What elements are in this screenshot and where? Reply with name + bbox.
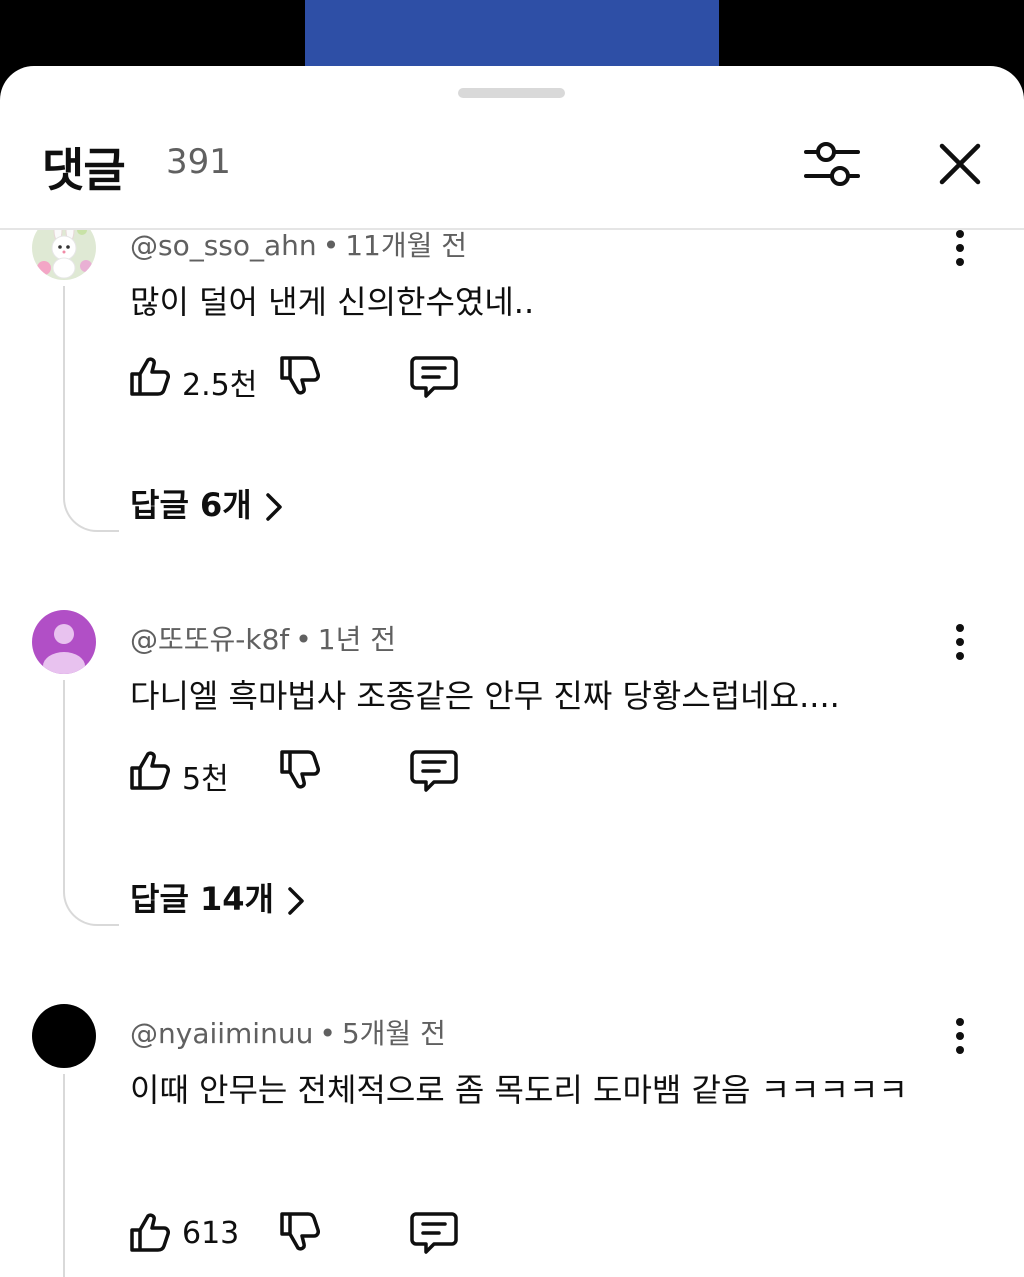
- default-person-avatar-icon: [43, 624, 85, 674]
- comment-more-button[interactable]: [940, 622, 980, 662]
- comment-reply-icon: [410, 1212, 458, 1254]
- avatar[interactable]: [32, 230, 96, 280]
- comment-text: 많이 덜어 낸게 신의한수였네..: [130, 283, 535, 321]
- chevron-right-icon: [288, 887, 304, 915]
- bunny-avatar-image: [32, 230, 96, 280]
- comment-reply-icon: [410, 750, 458, 792]
- reply-button[interactable]: [408, 1208, 460, 1258]
- reply-button[interactable]: [408, 746, 460, 796]
- sliders-icon: [804, 142, 860, 186]
- like-count: 2.5천: [182, 368, 258, 403]
- replies-label: 답글 6개: [130, 486, 252, 524]
- thumbs-down-icon: [280, 750, 320, 789]
- meta-separator: •: [295, 623, 312, 656]
- comment-reply-icon: [410, 356, 458, 398]
- comments-title: 댓글: [42, 143, 126, 197]
- comments-header: 댓글 391: [0, 66, 1024, 228]
- chevron-right-icon: [265, 493, 282, 521]
- thread-line: [63, 1074, 119, 1277]
- close-button[interactable]: [930, 134, 990, 194]
- comment-meta: @또또유-k8f • 1년 전: [130, 618, 396, 658]
- dislike-button[interactable]: [276, 352, 324, 402]
- comments-count: 391: [166, 142, 231, 182]
- thread-line: [63, 680, 119, 926]
- comment-author[interactable]: @so_sso_ahn: [130, 230, 317, 262]
- thumbs-down-icon: [280, 356, 320, 395]
- comment-list[interactable]: @so_sso_ahn • 11개월 전 많이 덜어 낸게 신의한수였네.. 2.5…: [0, 230, 1024, 1277]
- comment-author[interactable]: @또또유-k8f: [130, 623, 289, 656]
- view-replies-button[interactable]: 답글 6개: [130, 480, 286, 530]
- like-count: 613: [182, 1216, 240, 1251]
- comment-meta: @so_sso_ahn • 11개월 전: [130, 230, 467, 264]
- thread-line: [63, 286, 119, 532]
- meta-separator: •: [319, 1017, 336, 1050]
- comment-time: 1년 전: [317, 623, 397, 656]
- comment-item: @nyaiiminuu • 5개월 전 이때 안무는 전체적으로 좀 목도리 도마뱀…: [0, 1004, 1024, 1277]
- comment-more-button[interactable]: [940, 230, 980, 268]
- comment-more-button[interactable]: [940, 1016, 980, 1056]
- reply-button[interactable]: [408, 352, 460, 402]
- more-vertical-icon: [956, 230, 964, 266]
- thumbs-up-icon: [130, 1213, 170, 1252]
- thumbs-down-icon: [280, 1212, 320, 1251]
- dislike-button[interactable]: [276, 1208, 324, 1258]
- avatar[interactable]: [32, 610, 96, 674]
- comments-sheet: 댓글 391 @so_sso_ahn • 11개월 전 많이 덜어 낸게 신의한…: [0, 66, 1024, 1277]
- comment-author[interactable]: @nyaiiminuu: [130, 1017, 313, 1050]
- close-icon: [939, 143, 981, 185]
- view-replies-button[interactable]: 답글 14개: [130, 874, 308, 924]
- avatar[interactable]: [32, 1004, 96, 1068]
- comment-item: @so_sso_ahn • 11개월 전 많이 덜어 낸게 신의한수였네.. 2.5…: [0, 230, 1024, 576]
- more-vertical-icon: [956, 1018, 964, 1054]
- dislike-button[interactable]: [276, 746, 324, 796]
- like-count: 5천: [182, 762, 229, 797]
- thumbs-up-icon: [130, 357, 170, 396]
- sort-filter-button[interactable]: [800, 132, 864, 196]
- more-vertical-icon: [956, 624, 964, 660]
- thumbs-up-icon: [130, 751, 170, 790]
- comment-meta: @nyaiiminuu • 5개월 전: [130, 1012, 446, 1052]
- comment-text: 이때 안무는 전체적으로 좀 목도리 도마뱀 같음 ㅋㅋㅋㅋㅋ: [130, 1071, 908, 1109]
- comment-time: 11개월 전: [345, 230, 468, 262]
- comment-text: 다니엘 흑마법사 조종같은 안무 진짜 당황스럽네요....: [130, 677, 840, 715]
- comment-item: @또또유-k8f • 1년 전 다니엘 흑마법사 조종같은 안무 진짜 당황스럽네요…: [0, 610, 1024, 970]
- comment-time: 5개월 전: [341, 1017, 446, 1050]
- meta-separator: •: [322, 230, 340, 262]
- replies-label: 답글 14개: [130, 880, 274, 918]
